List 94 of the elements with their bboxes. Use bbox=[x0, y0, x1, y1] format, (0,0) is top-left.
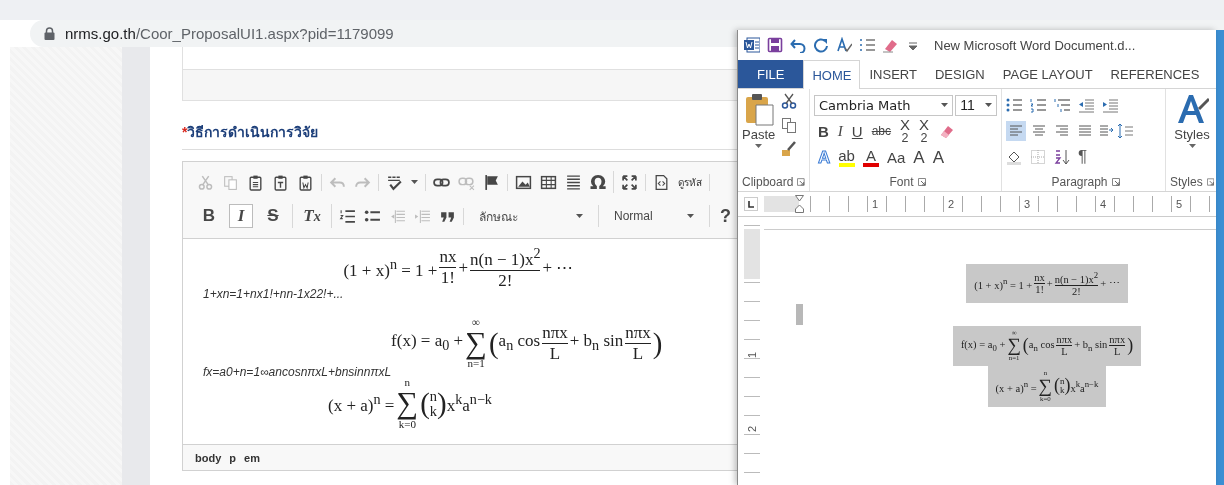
ribbon-tab[interactable]: DESIGN bbox=[925, 60, 994, 88]
ruler-number: 2 bbox=[746, 425, 758, 433]
styles-button[interactable]: Styles bbox=[1174, 127, 1210, 142]
format-painter-icon[interactable] bbox=[781, 141, 798, 157]
font-size-field[interactable]: 11 bbox=[955, 94, 997, 116]
ruler-number: 2 bbox=[945, 198, 956, 210]
bullets-icon[interactable] bbox=[1006, 97, 1022, 113]
paste-button[interactable]: Paste bbox=[742, 93, 776, 142]
url-text: nrms.go.th/Coor_ProposalUI1.aspx?pid=1179099 bbox=[65, 25, 394, 42]
ribbon-tab[interactable]: INSERT bbox=[860, 60, 926, 88]
omega-symbol-button[interactable]: Ω bbox=[590, 171, 607, 193]
increase-indent-icon[interactable] bbox=[1102, 97, 1118, 113]
flag-icon[interactable] bbox=[483, 173, 500, 191]
equation-alt-text: 1+xn=1+nx1!+nn-1x22!+... bbox=[203, 286, 344, 301]
strike-button[interactable]: S bbox=[261, 204, 285, 228]
ruler-number: 5 bbox=[1173, 198, 1184, 210]
grow-button[interactable]: A bbox=[913, 148, 925, 166]
scissors-icon[interactable] bbox=[781, 93, 798, 109]
caret-icon[interactable] bbox=[941, 103, 949, 107]
spellcheck-icon[interactable] bbox=[386, 173, 403, 191]
multilevel-list-icon[interactable] bbox=[1054, 97, 1070, 113]
text-cursor bbox=[796, 304, 803, 325]
sort-icon[interactable] bbox=[1054, 149, 1070, 165]
clipboard-icon[interactable] bbox=[297, 173, 314, 191]
ribbon-tab[interactable]: REFERENCES bbox=[1101, 60, 1209, 88]
group-label: Styles bbox=[1170, 175, 1203, 189]
group-label: Paragraph bbox=[1051, 175, 1108, 189]
caret-icon[interactable] bbox=[411, 180, 418, 184]
table-icon[interactable] bbox=[540, 173, 557, 191]
dialog-launcher-icon[interactable] bbox=[917, 178, 926, 186]
ruler-margin bbox=[764, 196, 799, 212]
italic-button[interactable]: I bbox=[837, 123, 843, 139]
image-icon[interactable] bbox=[515, 173, 532, 191]
element-path-item[interactable]: em bbox=[244, 451, 260, 464]
highlight-button[interactable]: ab bbox=[838, 147, 855, 167]
case-button[interactable]: Aa bbox=[886, 149, 906, 165]
font-name-field[interactable]: Cambria Math bbox=[814, 94, 954, 116]
styles-dropdown[interactable]: ลักษณะ bbox=[471, 205, 591, 227]
element-path-item[interactable]: p bbox=[229, 451, 236, 464]
word-logo-icon[interactable] bbox=[744, 37, 760, 53]
font-color-button[interactable]: A bbox=[862, 147, 879, 167]
indent-marker-icon[interactable] bbox=[795, 195, 804, 213]
ribbon-tab[interactable]: HOME bbox=[803, 60, 861, 89]
shrink-button[interactable]: A bbox=[932, 148, 944, 166]
clipboard-icon[interactable] bbox=[743, 93, 774, 127]
caret-icon[interactable] bbox=[755, 144, 763, 148]
ruler-number: 4 bbox=[1097, 198, 1108, 210]
shading-icon[interactable] bbox=[1006, 149, 1022, 165]
ruler-number: 3 bbox=[1021, 198, 1032, 210]
caret-icon[interactable] bbox=[576, 214, 583, 218]
dialog-launcher-icon[interactable] bbox=[1206, 178, 1214, 186]
underline-button[interactable]: U bbox=[851, 123, 863, 139]
ruler-number: 1 bbox=[869, 198, 880, 210]
clipboard-icon[interactable] bbox=[272, 173, 289, 191]
line-spacing-icon[interactable] bbox=[1117, 123, 1133, 139]
equation-alt-text: fx=a0+n=1∞ancosnπxL+bnsinnπxL bbox=[203, 365, 392, 380]
dialog-launcher-icon[interactable] bbox=[797, 178, 805, 186]
section-title: *วิธีการดำเนินการวิจัย bbox=[182, 123, 320, 141]
tab-selector-icon[interactable] bbox=[744, 197, 758, 211]
group-label: Font bbox=[889, 175, 914, 189]
bold-button[interactable]: B bbox=[197, 204, 221, 228]
lock-icon bbox=[44, 27, 55, 40]
format-dropdown[interactable]: Normal bbox=[606, 205, 702, 227]
group-label: Clipboard bbox=[742, 175, 794, 189]
numbering-icon[interactable] bbox=[1030, 97, 1046, 113]
dialog-launcher-icon[interactable] bbox=[1111, 178, 1120, 186]
redo-icon[interactable] bbox=[813, 37, 829, 53]
ribbon-tab[interactable]: PAGE LAYOUT bbox=[993, 60, 1102, 88]
caret-icon[interactable] bbox=[687, 214, 694, 218]
eraser-icon[interactable] bbox=[882, 37, 898, 53]
numbered-list-icon[interactable] bbox=[339, 207, 356, 225]
ribbon-tab[interactable]: FILE bbox=[738, 60, 804, 88]
source-button[interactable]: ดูรหัส bbox=[678, 174, 703, 190]
numbering-icon[interactable] bbox=[859, 37, 875, 53]
caret-icon[interactable] bbox=[985, 103, 992, 107]
bold-button[interactable]: B bbox=[818, 123, 829, 139]
maximize-icon[interactable] bbox=[621, 173, 639, 191]
undo-icon[interactable] bbox=[790, 37, 806, 53]
element-path-item[interactable]: body bbox=[195, 451, 222, 464]
strike-button[interactable]: abc bbox=[871, 125, 892, 137]
show-formatting-button[interactable]: ¶ bbox=[1078, 147, 1088, 167]
decrease-indent-icon[interactable] bbox=[1078, 97, 1094, 113]
save-icon[interactable] bbox=[767, 37, 783, 53]
clipboard-icon[interactable] bbox=[247, 173, 264, 191]
caret-icon[interactable] bbox=[1188, 144, 1196, 148]
styles-icon[interactable] bbox=[1175, 93, 1209, 125]
spelling-icon[interactable] bbox=[836, 37, 852, 53]
copy-icon[interactable] bbox=[781, 117, 798, 133]
ruler-number: 1 bbox=[746, 351, 758, 359]
help-button[interactable]: ? bbox=[710, 205, 731, 227]
italic-button[interactable]: I bbox=[229, 204, 253, 228]
horizontal-line-icon[interactable] bbox=[565, 173, 582, 191]
eraser-icon[interactable] bbox=[938, 123, 955, 139]
ruler-margin bbox=[744, 229, 760, 279]
